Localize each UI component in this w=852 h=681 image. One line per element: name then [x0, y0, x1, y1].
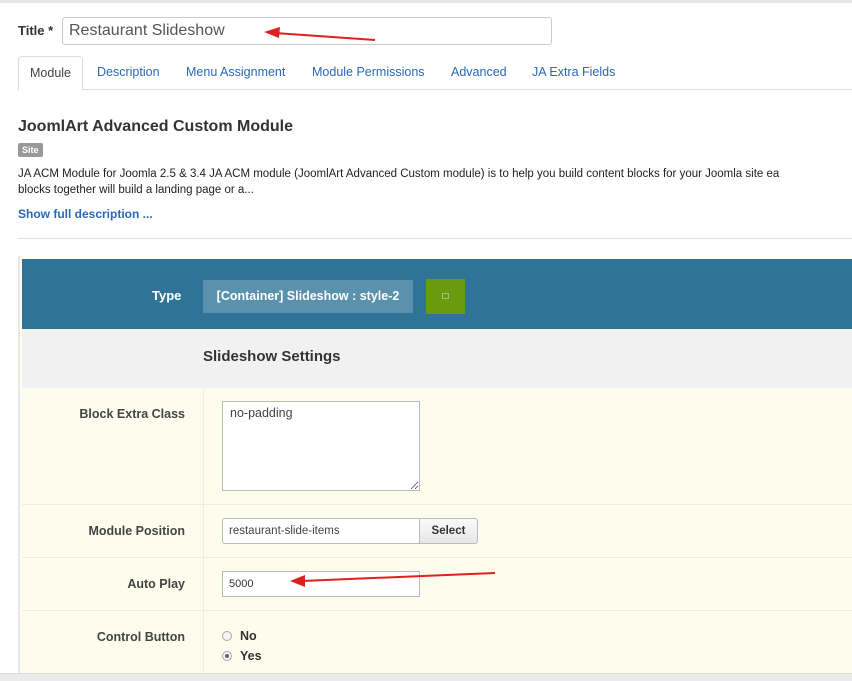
- row-divider: [203, 388, 204, 504]
- description-line-1: JA ACM Module for Joomla 2.5 & 3.4 JA AC…: [18, 168, 780, 180]
- tab-bar: Module Description Menu Assignment Modul…: [18, 56, 852, 91]
- settings-title: Slideshow Settings: [203, 348, 341, 365]
- square-glyph-icon: □: [442, 291, 449, 302]
- tab-description[interactable]: Description: [97, 56, 160, 90]
- acm-panel: Type [Container] Slideshow : style-2 □ S…: [18, 256, 852, 681]
- tab-module-permissions[interactable]: Module Permissions: [312, 56, 425, 90]
- module-position-input[interactable]: [222, 518, 420, 544]
- tab-menu-assignment[interactable]: Menu Assignment: [186, 56, 285, 90]
- description-line-2: blocks together will build a landing pag…: [18, 184, 254, 196]
- control-button-option-yes[interactable]: Yes: [222, 649, 262, 663]
- type-bar: Type [Container] Slideshow : style-2 □: [22, 259, 852, 329]
- show-full-description-link[interactable]: Show full description ...: [18, 207, 153, 221]
- row-divider: [203, 558, 204, 610]
- title-input[interactable]: [62, 17, 552, 45]
- select-position-button[interactable]: Select: [419, 518, 478, 544]
- tab-ja-extra-fields[interactable]: JA Extra Fields: [532, 56, 615, 90]
- type-action-button[interactable]: □: [426, 279, 465, 314]
- top-border: [0, 0, 852, 3]
- module-title: JoomlArt Advanced Custom Module: [18, 118, 293, 135]
- row-divider: [203, 611, 204, 681]
- site-badge: Site: [18, 143, 43, 157]
- radio-no[interactable]: [222, 631, 232, 641]
- type-select[interactable]: [Container] Slideshow : style-2: [203, 280, 413, 313]
- radio-yes[interactable]: [222, 651, 232, 661]
- block-extra-class-label: Block Extra Class: [79, 407, 185, 421]
- module-position-label: Module Position: [88, 524, 185, 538]
- radio-yes-label: Yes: [240, 649, 262, 663]
- tab-advanced[interactable]: Advanced: [451, 56, 507, 90]
- row-divider: [203, 505, 204, 557]
- row-control-button: Control Button No Yes: [22, 611, 852, 681]
- auto-play-label: Auto Play: [127, 577, 185, 591]
- bottom-scroll-bar: [0, 673, 852, 681]
- tab-module[interactable]: Module: [18, 56, 83, 91]
- type-label: Type: [152, 288, 182, 303]
- divider: [18, 238, 852, 239]
- settings-header: Slideshow Settings: [22, 329, 852, 388]
- control-button-label: Control Button: [96, 630, 185, 644]
- block-extra-class-textarea[interactable]: no-padding: [222, 401, 420, 491]
- title-label: Title *: [18, 23, 54, 38]
- row-auto-play: Auto Play: [22, 558, 852, 611]
- radio-no-label: No: [240, 629, 257, 643]
- row-block-extra-class: Block Extra Class no-padding: [22, 388, 852, 505]
- control-button-option-no[interactable]: No: [222, 629, 257, 643]
- module-description: JA ACM Module for Joomla 2.5 & 3.4 JA AC…: [18, 166, 852, 198]
- row-module-position: Module Position Select: [22, 505, 852, 558]
- auto-play-input[interactable]: [222, 571, 420, 597]
